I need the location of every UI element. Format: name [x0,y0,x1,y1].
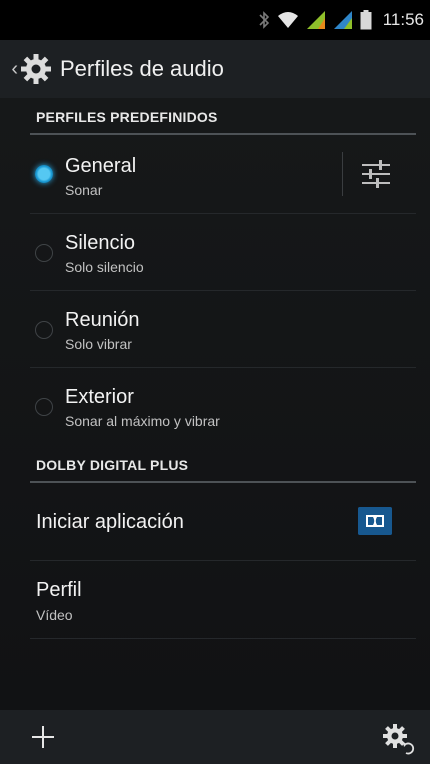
profile-title: Reunión [65,309,140,331]
signal-sim1-icon [306,11,325,29]
signal-sim2-icon [333,11,352,29]
profile-setting-title: Perfil [36,579,82,601]
profile-subtitle: Solo silencio [65,259,144,275]
equalizer-settings-icon[interactable] [358,156,394,192]
dolby-logo-icon [358,507,392,535]
dolby-profile-item[interactable]: Perfil Vídeo [0,561,430,638]
radio-unselected[interactable] [35,398,53,416]
settings-reset-icon[interactable] [380,722,418,756]
status-bar: 11:56 [0,0,430,40]
profile-title: General [65,155,137,177]
launch-app-label: Iniciar aplicación [36,511,184,533]
bottom-action-bar [0,710,430,764]
launch-dolby-app[interactable]: Iniciar aplicación [0,483,430,560]
section-header-predefined: PERFILES PREDEFINIDOS [36,109,218,125]
profile-item-silencio[interactable]: Silencio Solo silencio [0,214,430,291]
profile-subtitle: Sonar [65,182,103,198]
profile-title: Silencio [65,232,136,254]
settings-list: PERFILES PREDEFINIDOS General Sonar Sile… [0,98,430,710]
radio-unselected[interactable] [35,321,53,339]
screen: 11:56 ‹ Perfiles de audio PERFILES PREDE… [0,0,430,764]
vertical-divider [342,152,343,196]
profile-item-exterior[interactable]: Exterior Sonar al máximo y vibrar [0,368,430,445]
status-time: 11:56 [382,10,424,29]
battery-icon [360,10,372,30]
bluetooth-icon [259,11,269,29]
profile-setting-value: Vídeo [36,607,73,623]
profile-item-general[interactable]: General Sonar [0,135,430,213]
section-header-dolby: DOLBY DIGITAL PLUS [36,457,189,473]
add-icon[interactable] [30,724,56,750]
profile-subtitle: Sonar al máximo y vibrar [65,413,220,429]
page-title: Perfiles de audio [60,56,224,81]
wifi-icon [277,12,298,28]
action-bar: ‹ Perfiles de audio [0,40,430,98]
gear-icon[interactable] [20,53,52,85]
radio-unselected[interactable] [35,244,53,262]
radio-selected[interactable] [35,165,53,183]
profile-title: Exterior [65,386,134,408]
row-divider [30,638,416,639]
back-chevron-icon[interactable]: ‹ [2,58,18,81]
profile-subtitle: Solo vibrar [65,336,132,352]
profile-item-reunion[interactable]: Reunión Solo vibrar [0,291,430,368]
